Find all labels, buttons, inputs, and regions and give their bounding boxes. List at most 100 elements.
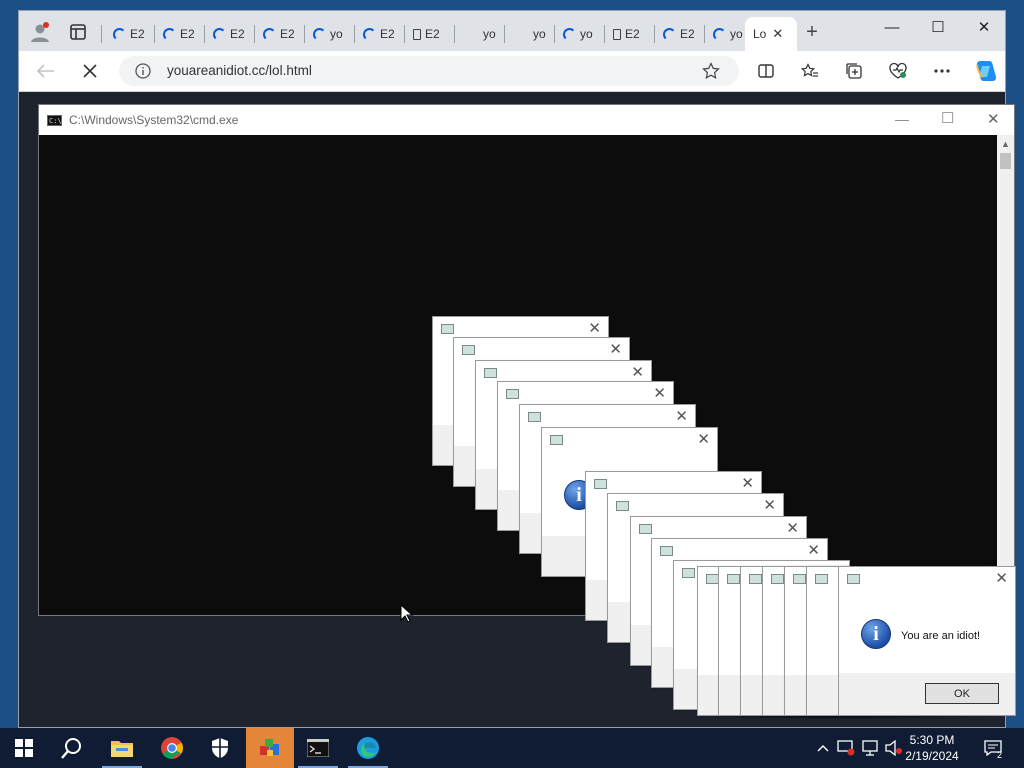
show-hidden-icons-icon[interactable] (814, 728, 832, 768)
command-prompt-icon[interactable] (294, 728, 342, 768)
browser-tab[interactable]: yo (305, 17, 355, 51)
popup-app-icon (594, 479, 607, 489)
copilot-icon[interactable] (971, 57, 999, 85)
cmd-maximize-button[interactable]: ☐ (941, 109, 954, 127)
dialog-close-button[interactable]: ✕ (995, 569, 1008, 587)
stop-icon[interactable] (79, 60, 101, 82)
cmd-close-button[interactable]: ✕ (987, 110, 1000, 128)
cmd-title-bar[interactable]: C:\ C:\Windows\System32\cmd.exe — ☐ ✕ (39, 105, 1014, 135)
popup-app-icon (793, 574, 806, 584)
message-dialog[interactable]: ✕ i You are an idiot! OK (838, 566, 1016, 716)
favorites-icon[interactable] (799, 60, 821, 82)
mouse-cursor-icon (400, 604, 414, 623)
address-bar[interactable]: youareanidiot.cc/lol.html (119, 56, 739, 86)
popup-close-button[interactable]: ✕ (609, 340, 622, 358)
popup-close-button[interactable]: ✕ (631, 363, 644, 381)
loading-spinner-icon (113, 27, 126, 41)
network-icon[interactable] (860, 728, 880, 768)
favorite-star-icon[interactable] (701, 61, 721, 81)
popup-app-icon (616, 501, 629, 511)
new-tab-button[interactable]: + (801, 21, 823, 43)
browser-tab[interactable]: E2 (655, 17, 705, 51)
popup-close-button[interactable]: ✕ (697, 430, 710, 448)
ok-button[interactable]: OK (925, 683, 999, 704)
loading-spinner-icon (363, 27, 376, 41)
loading-spinner-icon (263, 27, 276, 41)
security-status-icon[interactable] (836, 728, 856, 768)
popup-app-icon (506, 389, 519, 399)
installer-app-icon[interactable] (246, 728, 294, 768)
chrome-icon[interactable] (148, 728, 196, 768)
popup-close-button[interactable]: ✕ (763, 496, 776, 514)
close-tab-icon[interactable]: ✕ (772, 26, 783, 42)
browser-tab-active[interactable]: Lo ✕ (745, 17, 797, 51)
security-shield-icon[interactable] (196, 728, 244, 768)
split-screen-icon[interactable] (755, 60, 777, 82)
url-text: youareanidiot.cc/lol.html (167, 63, 312, 78)
popup-app-icon (528, 412, 541, 422)
popup-app-icon (484, 368, 497, 378)
maximize-button[interactable]: ☐ (915, 11, 961, 43)
scroll-up-arrow[interactable]: ▲ (1001, 139, 1010, 149)
browser-tab[interactable]: E2 (155, 17, 205, 51)
popup-close-button[interactable]: ✕ (807, 541, 820, 559)
file-explorer-icon[interactable] (98, 728, 146, 768)
popup-close-button[interactable]: ✕ (741, 474, 754, 492)
popup-app-icon (660, 546, 673, 556)
browser-tab[interactable]: E2 (105, 17, 155, 51)
taskbar: 5:30 PM 2/19/2024 2 (0, 728, 1024, 768)
profile-avatar-icon[interactable] (29, 21, 51, 43)
site-info-icon[interactable] (133, 61, 153, 81)
document-icon (413, 28, 421, 40)
cmd-title: C:\Windows\System32\cmd.exe (69, 113, 239, 127)
popup-app-icon (462, 345, 475, 355)
loading-spinner-icon (163, 27, 176, 41)
browser-tab[interactable]: E2 (355, 17, 405, 51)
collections-icon[interactable] (843, 60, 865, 82)
address-toolbar: youareanidiot.cc/lol.html (19, 51, 1005, 92)
loading-spinner-icon (213, 27, 226, 41)
popup-app-icon (771, 574, 784, 584)
tab-strip: E2 E2 E2 E2 yo E2 E2 yo yo yo E2 E2 yo L… (19, 11, 1005, 51)
back-arrow-icon[interactable] (35, 60, 57, 82)
popup-app-icon (550, 435, 563, 445)
browser-tab[interactable]: E2 (405, 17, 455, 51)
popup-app-icon (682, 568, 695, 578)
popup-app-icon (441, 324, 454, 334)
loading-spinner-icon (313, 27, 326, 41)
popup-app-icon (815, 574, 828, 584)
browser-tab[interactable]: E2 (205, 17, 255, 51)
start-button[interactable] (0, 728, 48, 768)
dialog-message: You are an idiot! (901, 630, 981, 642)
search-icon[interactable] (48, 728, 96, 768)
browser-essentials-icon[interactable] (887, 60, 909, 82)
info-icon: i (861, 619, 891, 649)
browser-tab[interactable]: yo (555, 17, 605, 51)
browser-tab[interactable]: yo (505, 17, 555, 51)
cmd-minimize-button[interactable]: — (895, 111, 909, 127)
popup-close-button[interactable]: ✕ (675, 407, 688, 425)
clock-date: 2/19/2024 (905, 749, 959, 763)
loading-spinner-icon (713, 27, 726, 41)
close-window-button[interactable]: ✕ (961, 11, 1007, 43)
settings-more-icon[interactable] (931, 60, 953, 82)
loading-spinner-icon (663, 27, 676, 41)
minimize-button[interactable]: — (869, 11, 915, 43)
edge-icon[interactable] (344, 728, 392, 768)
workspaces-icon[interactable] (67, 21, 89, 43)
popup-close-button[interactable]: ✕ (588, 319, 601, 337)
notifications-icon[interactable]: 2 (980, 728, 1006, 768)
loading-spinner-icon (563, 27, 576, 41)
cmd-scrollbar[interactable]: ▲ (997, 135, 1014, 615)
popup-app-icon (749, 574, 762, 584)
browser-tab[interactable]: E2 (255, 17, 305, 51)
popup-close-button[interactable]: ✕ (786, 519, 799, 537)
popup-close-button[interactable]: ✕ (653, 384, 666, 402)
system-clock[interactable]: 5:30 PM 2/19/2024 (892, 732, 972, 764)
clock-time: 5:30 PM (909, 733, 955, 747)
document-icon (613, 28, 621, 40)
cmd-app-icon: C:\ (47, 114, 62, 126)
browser-tab[interactable]: E2 (605, 17, 655, 51)
scroll-thumb[interactable] (1000, 153, 1011, 169)
browser-tab[interactable]: yo (455, 17, 505, 51)
